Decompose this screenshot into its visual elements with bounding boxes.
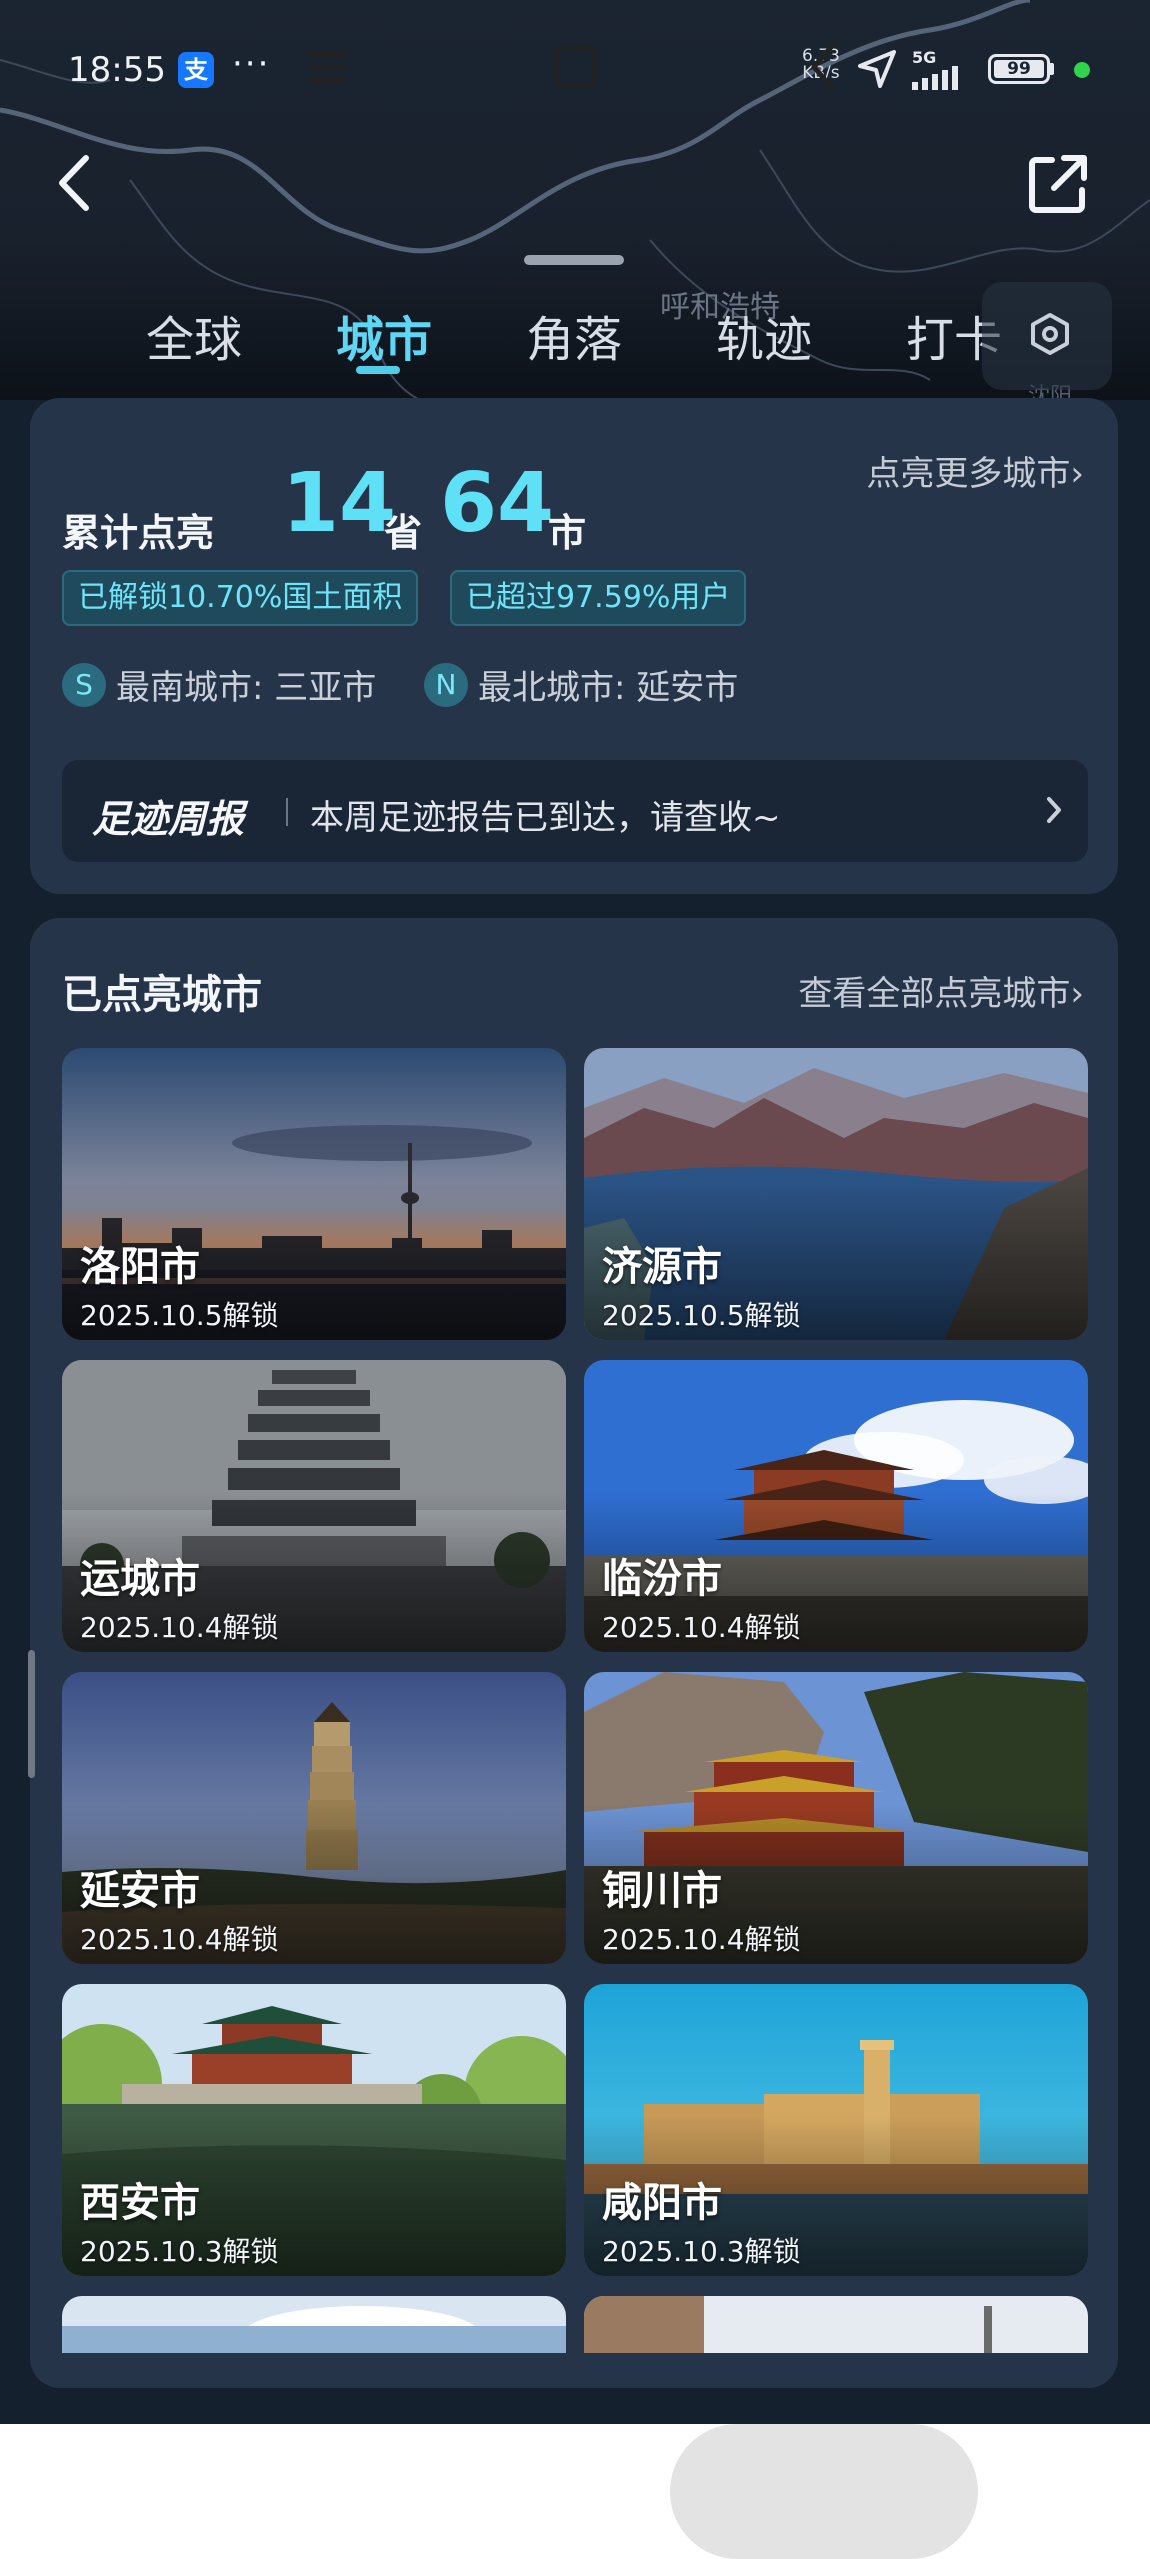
- city-unlock-date: 2025.10.4解锁: [602, 1923, 801, 1956]
- light-more-cities-label: 点亮更多城市: [866, 454, 1071, 494]
- weekly-report-text: 本周足迹报告已到达，请查收~: [310, 798, 781, 838]
- light-more-cities-link[interactable]: 点亮更多城市›: [866, 446, 1084, 495]
- drag-handle[interactable]: [524, 255, 624, 265]
- city-card-xianyang[interactable]: 咸阳市 2025.10.3解锁: [584, 1984, 1088, 2276]
- tab-bar: 全球 城市 角落 轨迹 打卡: [0, 290, 1150, 380]
- southernmost-city-text: 最南城市: 三亚市: [116, 668, 377, 708]
- view-all-cities-link[interactable]: 查看全部点亮城市›: [798, 966, 1084, 1015]
- city-card-yuncheng[interactable]: 运城市 2025.10.4解锁: [62, 1360, 566, 1652]
- city-name: 西安市: [80, 2180, 200, 2226]
- city-name: 咸阳市: [602, 2180, 722, 2226]
- lit-prefix: 累计点亮: [62, 511, 215, 555]
- lit-summary-card: 累计点亮 14 省 64 市 点亮更多城市› 已解锁10.70%国土面积 已超过…: [30, 398, 1118, 894]
- charging-dot-icon: [1074, 62, 1090, 78]
- tab-city[interactable]: 城市: [336, 300, 432, 370]
- south-badge-icon: S: [62, 662, 106, 707]
- northernmost-city-text: 最北城市: 延安市: [478, 668, 739, 708]
- signal-icon: [912, 66, 958, 90]
- area-badge: 已解锁10.70%国土面积: [62, 570, 419, 626]
- city-card-partial[interactable]: [584, 2296, 1088, 2353]
- alipay-icon: 支: [178, 52, 214, 88]
- back-chevron-icon[interactable]: [800, 0, 848, 135]
- city-unlock-date: 2025.10.4解锁: [80, 1923, 279, 1956]
- location-arrow-icon: [858, 50, 896, 88]
- battery-level: 99: [994, 60, 1044, 78]
- city-card-linfen[interactable]: 临汾市 2025.10.4解锁: [584, 1360, 1088, 1652]
- province-count: 14: [282, 456, 397, 551]
- more-notifications-icon: ···: [232, 44, 271, 84]
- city-card-luoyang[interactable]: 洛阳市 2025.10.5解锁: [62, 1048, 566, 1340]
- weekly-report-banner[interactable]: 足迹周报 本周足迹报告已到达，请查收~: [62, 760, 1088, 862]
- city-unlock-date: 2025.10.5解锁: [80, 1299, 279, 1332]
- city-name: 运城市: [80, 1556, 200, 1602]
- weekly-report-title: 足迹周报: [92, 797, 245, 841]
- northernmost-city: N 最北城市: 延安市: [424, 660, 738, 712]
- city-unlock-date: 2025.10.4解锁: [80, 1611, 279, 1644]
- province-unit: 省: [384, 511, 423, 555]
- home-square-icon[interactable]: [548, 0, 602, 135]
- scroll-indicator[interactable]: [28, 1650, 35, 1778]
- section-title: 已点亮城市: [62, 972, 262, 1018]
- network-type: 5G: [912, 48, 937, 67]
- tab-track[interactable]: 轨迹: [716, 300, 812, 370]
- city-name: 洛阳市: [80, 1244, 200, 1290]
- city-unlock-date: 2025.10.5解锁: [602, 1299, 801, 1332]
- battery-tip: [1050, 63, 1054, 75]
- city-name: 临汾市: [602, 1556, 722, 1602]
- city-unlock-date: 2025.10.3解锁: [602, 2235, 801, 2268]
- city-card-yanan[interactable]: 延安市 2025.10.4解锁: [62, 1672, 566, 1964]
- active-tab-indicator: [356, 366, 400, 374]
- north-badge-icon: N: [424, 662, 468, 707]
- settings-button[interactable]: [982, 282, 1112, 390]
- city-photo: [584, 2296, 1088, 2353]
- city-card-partial[interactable]: [62, 2296, 566, 2353]
- city-card-jiyuan[interactable]: 济源市 2025.10.5解锁: [584, 1048, 1088, 1340]
- city-unlock-date: 2025.10.3解锁: [80, 2235, 279, 2268]
- tab-corner[interactable]: 角落: [526, 300, 622, 370]
- city-name: 济源市: [602, 1244, 722, 1290]
- city-photo: [62, 2296, 566, 2353]
- status-time: 18:55: [68, 50, 166, 90]
- view-all-cities-label: 查看全部点亮城市: [798, 974, 1071, 1014]
- city-grid: 洛阳市 2025.10.5解锁 济源市 2025.10.5解锁 运城市 2025…: [62, 1048, 1088, 2353]
- users-badge: 已超过97.59%用户: [450, 570, 747, 626]
- back-button-highlight: [670, 2424, 978, 2559]
- menu-icon[interactable]: [300, 0, 352, 135]
- back-button[interactable]: [48, 148, 108, 218]
- city-name: 延安市: [80, 1868, 200, 1914]
- chevron-right-icon: ›: [1070, 974, 1084, 1014]
- tab-global[interactable]: 全球: [146, 300, 242, 370]
- city-card-tongchuan[interactable]: 铜川市 2025.10.4解锁: [584, 1672, 1088, 1964]
- city-unlock-date: 2025.10.4解锁: [602, 1611, 801, 1644]
- city-card-xian[interactable]: 西安市 2025.10.3解锁: [62, 1984, 566, 2276]
- city-unit: 市: [548, 511, 587, 555]
- battery-icon: 99: [988, 54, 1050, 84]
- share-button[interactable]: [1026, 152, 1090, 216]
- city-name: 铜川市: [602, 1868, 722, 1914]
- lit-cities-card: 已点亮城市 查看全部点亮城市› 洛阳市 2025.10.5解锁 济源市 2025…: [30, 918, 1118, 2388]
- chevron-right-icon: [1047, 797, 1061, 823]
- divider: [286, 798, 288, 826]
- southernmost-city: S 最南城市: 三亚市: [62, 660, 376, 712]
- hexagon-settings-icon: [1031, 313, 1069, 355]
- chevron-right-icon: ›: [1070, 454, 1084, 494]
- city-count: 64: [440, 456, 555, 551]
